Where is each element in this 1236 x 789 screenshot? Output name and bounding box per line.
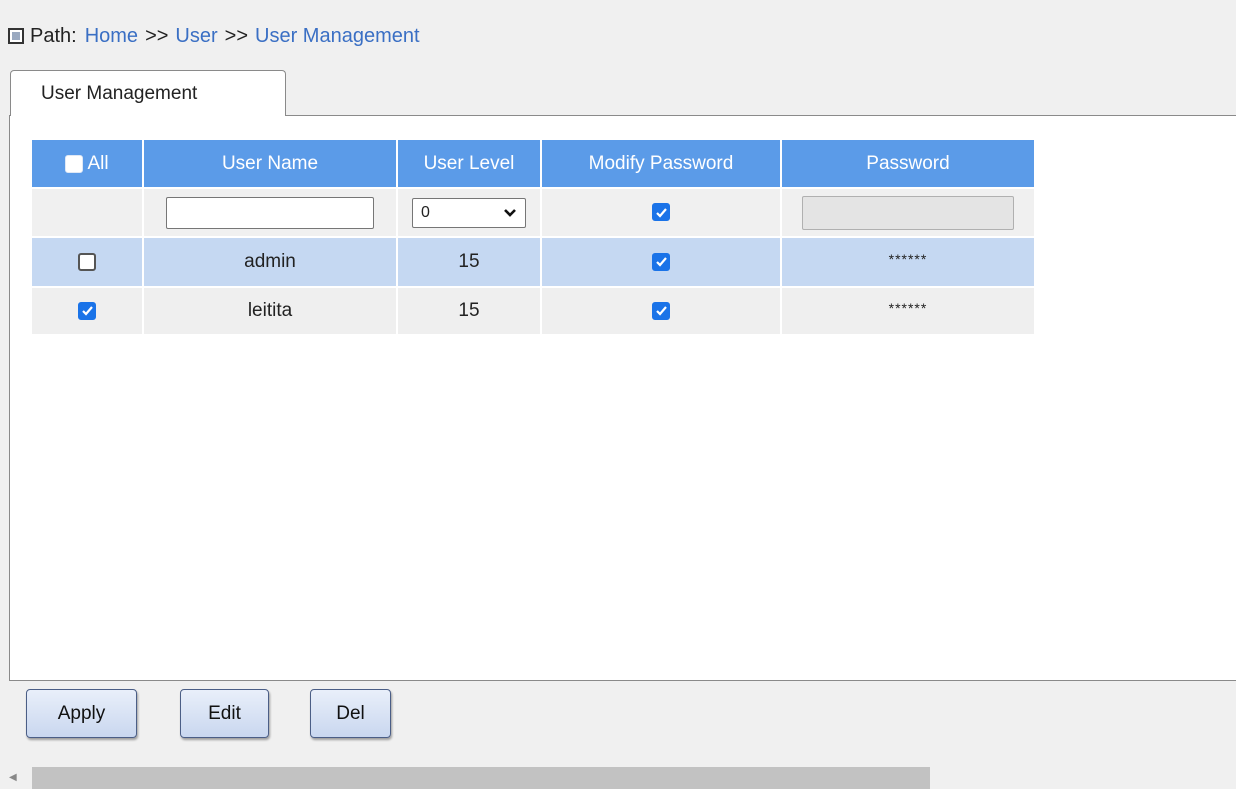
apply-button[interactable]: Apply (26, 689, 137, 738)
cell-user-name: leitita (144, 286, 398, 334)
check-icon (655, 208, 667, 218)
header-all-label: All (87, 152, 109, 174)
modify-password-checkbox[interactable] (652, 203, 670, 222)
breadcrumb: Path: Home >> User >> User Management (8, 22, 420, 50)
header-user-level: User Level (398, 140, 542, 187)
header-user-name: User Name (144, 140, 398, 187)
breadcrumb-user[interactable]: User (175, 25, 217, 48)
new-user-row: 0 (32, 187, 1036, 236)
empty-cell (32, 187, 144, 236)
chevron-down-icon (504, 208, 516, 217)
cell-password: ****** (888, 300, 928, 316)
modify-password-checkbox[interactable] (652, 252, 670, 271)
path-label: Path: (30, 24, 77, 47)
row-select-checkbox[interactable] (78, 301, 96, 320)
breadcrumb-home[interactable]: Home (85, 25, 138, 48)
table-row[interactable]: admin 15 ****** (32, 236, 1036, 286)
square-icon (8, 28, 24, 44)
user-level-select[interactable]: 0 (412, 197, 526, 228)
breadcrumb-separator: >> (224, 24, 249, 47)
scroll-left-arrow-icon[interactable]: ◀ (9, 772, 17, 783)
horizontal-scrollbar-thumb[interactable] (32, 767, 930, 789)
header-all: All (32, 140, 144, 187)
breadcrumb-separator: >> (145, 24, 169, 47)
cell-password: ****** (888, 251, 928, 267)
table-row[interactable]: leitita 15 ****** (32, 286, 1036, 334)
del-button[interactable]: Del (310, 689, 391, 738)
select-all-checkbox[interactable] (65, 154, 84, 173)
password-input (802, 195, 1014, 230)
edit-button[interactable]: Edit (180, 689, 269, 738)
header-password: Password (782, 140, 1036, 187)
user-name-input[interactable] (166, 196, 374, 229)
user-level-value: 0 (421, 203, 430, 221)
breadcrumb-user-management[interactable]: User Management (255, 25, 420, 48)
check-icon (655, 257, 667, 268)
cell-user-name: admin (144, 236, 398, 286)
tab-user-management[interactable]: User Management (10, 70, 286, 116)
modify-password-checkbox[interactable] (652, 301, 670, 320)
row-select-checkbox[interactable] (78, 252, 96, 271)
header-modify-password: Modify Password (542, 140, 782, 187)
user-table: All User Name User Level Modify Password… (32, 140, 1036, 334)
cell-user-level: 15 (398, 286, 542, 334)
check-icon (81, 306, 93, 317)
cell-user-level: 15 (398, 236, 542, 286)
check-icon (655, 306, 667, 317)
